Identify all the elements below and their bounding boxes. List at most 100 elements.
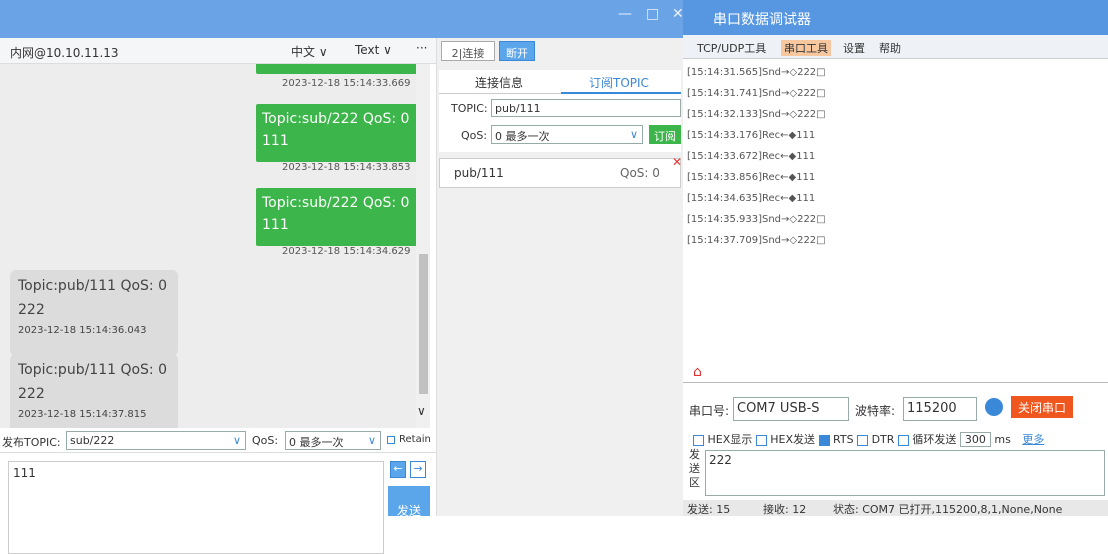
connect-button[interactable]: 2|连接 [441, 41, 495, 61]
message-body: 111 [262, 133, 289, 149]
log-line: [15:14:34.635]Rec←◆111 [687, 193, 816, 204]
log-line: [15:14:33.856]Rec←◆111 [687, 172, 816, 183]
tab-connection-info[interactable]: 连接信息 [475, 74, 523, 91]
qos-select[interactable]: 0 最多一次 ∨ [491, 125, 643, 144]
menu-serial-tool[interactable]: 串口工具 [781, 40, 831, 56]
hex-send-checkbox[interactable] [755, 434, 767, 446]
message-topic: Topic:pub/111 QoS: 0 [18, 362, 168, 378]
hex-display-checkbox[interactable] [693, 434, 704, 446]
message-input[interactable]: 111 [8, 461, 384, 554]
port-value: COM7 USB-S [737, 401, 820, 416]
publish-topic-label: 发布TOPIC: [2, 436, 61, 449]
ms-label: ms [994, 433, 1011, 446]
message-bubble [256, 64, 418, 74]
send-input[interactable]: 222 [705, 450, 1105, 496]
hex-send-label: HEX发送 [770, 433, 816, 446]
message-bubble: Topic:pub/111 QoS: 0 222 2023-12-18 15:1… [10, 270, 178, 356]
chat-pane: 内网@10.10.11.13 中文 ∨ Text ∨ ··· 2023-12-1… [0, 38, 437, 554]
message-topic: Topic:sub/222 QoS: 0 [262, 111, 410, 127]
qos-select[interactable]: 0 最多一次 ∨ [285, 431, 381, 450]
log-line: [15:14:37.709]Snd→◇222□ [687, 235, 826, 246]
dtr-checkbox[interactable] [857, 434, 869, 446]
menu-bar: TCP/UDP工具 串口工具 设置 帮助 [683, 35, 1108, 59]
chevron-down-icon: ∨ [232, 434, 241, 447]
subscription-item[interactable]: pub/111 QoS: 0 ✕ [439, 155, 682, 188]
baud-label: 波特率: [855, 404, 896, 418]
log-line: [15:14:35.933]Snd→◇222□ [687, 214, 826, 225]
qos-label: QoS: [461, 129, 488, 142]
gear-icon[interactable] [985, 398, 1003, 416]
minimize-icon[interactable]: — [618, 6, 632, 22]
hex-display-label: HEX显示 [707, 433, 753, 446]
message-bubble: Topic:sub/222 QoS: 0 111 [256, 188, 418, 246]
message-time: 2023-12-18 15:14:37.815 [18, 409, 147, 420]
message-body: 111 [262, 217, 289, 233]
subscribe-form: TOPIC: pub/111 QoS: 0 最多一次 ∨ 订阅 [439, 94, 681, 152]
qos-label: QoS: [252, 434, 279, 447]
log-line: [15:14:31.741]Snd→◇222□ [687, 88, 826, 99]
scroll-thumb[interactable] [419, 254, 428, 394]
publish-topic-value: sub/222 [70, 434, 115, 447]
send-button[interactable]: 发送 [388, 486, 430, 518]
arrow-left-icon[interactable]: ← [390, 461, 406, 478]
message-bubble: Topic:pub/111 QoS: 0 222 2023-12-18 15:1… [10, 354, 178, 428]
more-link[interactable]: 更多 [1022, 433, 1044, 446]
app-titlebar: — □ ✕ [0, 0, 684, 38]
message-topic: Topic:pub/111 QoS: 0 [18, 278, 168, 294]
menu-settings[interactable]: 设置 [843, 40, 865, 56]
message-time: 2023-12-18 15:14:33.853 [282, 162, 411, 173]
port-label: 串口号: [689, 404, 730, 418]
rts-checkbox[interactable] [818, 434, 830, 446]
brush-icon[interactable]: ⌂ [693, 364, 702, 380]
loop-send-checkbox[interactable] [897, 434, 909, 446]
menu-tcp-udp[interactable]: TCP/UDP工具 [697, 40, 766, 56]
status-received: 接收: 12 [763, 503, 807, 516]
tab-subscribe-topic[interactable]: 订阅TOPIC [589, 74, 649, 91]
close-icon[interactable]: ✕ [672, 6, 684, 22]
interval-input[interactable]: 300 [959, 432, 991, 447]
arrow-right-icon[interactable]: → [410, 461, 426, 478]
serial-debugger-window: 串口数据调试器 TCP/UDP工具 串口工具 设置 帮助 [15:14:31.5… [683, 0, 1108, 516]
chat-header: 内网@10.10.11.13 中文 ∨ Text ∨ ··· [0, 38, 436, 64]
menu-help[interactable]: 帮助 [879, 40, 901, 56]
message-time: 2023-12-18 15:14:33.669 [282, 78, 411, 89]
divider [683, 382, 1108, 383]
qos-value: 0 最多一次 [289, 436, 344, 449]
port-select[interactable]: COM7 USB-S [733, 397, 849, 421]
scroll-down-icon[interactable]: ∨ [417, 404, 426, 418]
chevron-down-icon: ∨ [629, 128, 638, 141]
close-port-button[interactable]: 关闭串口 [1011, 396, 1073, 418]
language-select[interactable]: 中文 ∨ [291, 43, 328, 60]
baud-select[interactable]: 115200 [903, 397, 977, 421]
dtr-label: DTR [871, 433, 895, 446]
status-sent: 发送: 15 [687, 503, 731, 516]
more-icon[interactable]: ··· [416, 41, 427, 55]
host-label: 内网@10.10.11.13 [10, 46, 119, 60]
publish-topic-input[interactable]: sub/222 ∨ [66, 431, 246, 450]
message-list[interactable]: 2023-12-18 15:14:33.669 ∧ Topic:sub/222 … [0, 64, 430, 428]
message-time: 2023-12-18 15:14:34.629 [282, 246, 411, 257]
publish-bar: 发布TOPIC: sub/222 ∨ QoS: 0 最多一次 ∨ Retain [0, 428, 437, 453]
retain-label: Retain [399, 434, 431, 445]
log-line: [15:14:31.565]Snd→◇222□ [687, 67, 826, 78]
status-bar: 发送: 15 接收: 12 状态: COM7 已打开,115200,8,1,No… [683, 500, 1108, 516]
log-line: [15:14:32.133]Snd→◇222□ [687, 109, 826, 120]
maximize-icon[interactable]: □ [646, 6, 659, 22]
subscription-topic: pub/111 [454, 166, 504, 180]
connection-pane: 2|连接 断开 连接信息 订阅TOPIC TOPIC: pub/111 QoS:… [437, 38, 683, 516]
topic-input[interactable]: pub/111 [491, 99, 681, 117]
disconnect-button[interactable]: 断开 [499, 41, 535, 61]
message-topic: Topic:sub/222 QoS: 0 [262, 195, 410, 211]
log-line: [15:14:33.176]Rec←◆111 [687, 130, 816, 141]
close-icon[interactable]: ✕ [672, 155, 682, 169]
subscribe-button[interactable]: 订阅 [649, 125, 681, 144]
topic-label: TOPIC: [451, 102, 488, 115]
send-area-label: 发送区 [689, 448, 700, 489]
serial-log[interactable]: [15:14:31.565]Snd→◇222□ [15:14:31.741]Sn… [687, 62, 1108, 382]
format-select[interactable]: Text ∨ [355, 43, 392, 57]
retain-checkbox[interactable] [387, 436, 395, 444]
chevron-down-icon: ∨ [367, 434, 376, 447]
message-time: 2023-12-18 15:14:36.043 [18, 325, 147, 336]
rts-label: RTS [833, 433, 854, 446]
loop-send-label: 循环发送 [912, 433, 957, 446]
